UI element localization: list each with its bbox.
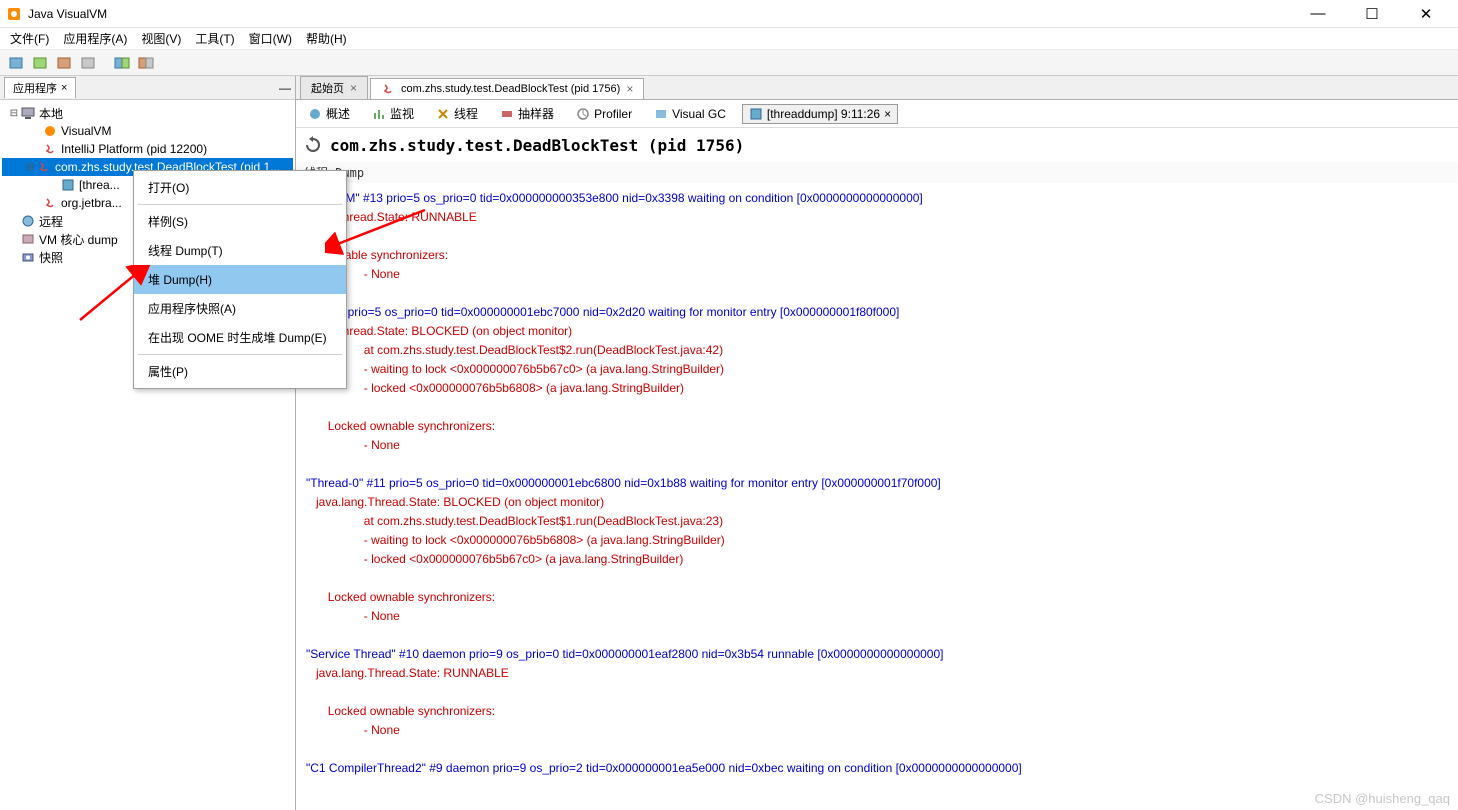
sampler-icon [500, 107, 514, 121]
close-icon[interactable]: × [884, 107, 891, 121]
snapshot-icon [20, 249, 36, 265]
subtab-profiler[interactable]: Profiler [570, 105, 638, 123]
profiler-icon [576, 107, 590, 121]
menu-properties[interactable]: 属性(P) [134, 357, 346, 386]
minimize-button[interactable]: — [1300, 5, 1336, 23]
menu-open[interactable]: 打开(O) [134, 173, 346, 202]
subtab-threads[interactable]: 线程 [430, 103, 484, 124]
close-icon[interactable]: × [350, 81, 357, 95]
app-icon [6, 6, 22, 22]
monitor-icon [372, 107, 386, 121]
java-icon [42, 195, 58, 211]
section-label: 线程 Dump [296, 162, 1458, 183]
menu-sample[interactable]: 样例(S) [134, 207, 346, 236]
annotation-arrow [75, 265, 155, 325]
subtab-sampler[interactable]: 抽样器 [494, 103, 560, 124]
toolbar-btn-4[interactable] [78, 53, 98, 73]
dump-icon [60, 177, 76, 193]
minimize-panel-icon[interactable]: — [279, 81, 291, 95]
menu-oome-dump[interactable]: 在出现 OOME 时生成堆 Dump(E) [134, 323, 346, 352]
reload-icon[interactable] [304, 136, 322, 154]
toolbar [0, 50, 1458, 76]
close-icon[interactable]: × [61, 82, 67, 94]
menu-tools[interactable]: 工具(T) [189, 28, 240, 49]
menu-view[interactable]: 视图(V) [135, 28, 187, 49]
subtab-visualgc[interactable]: Visual GC [648, 105, 732, 123]
maximize-button[interactable]: ☐ [1354, 5, 1390, 23]
toolbar-btn-2[interactable] [30, 53, 50, 73]
toolbar-btn-6[interactable] [136, 53, 156, 73]
subtabs: 概述 监视 线程 抽样器 Profiler Visual GC [threadd… [296, 100, 1458, 128]
visualvm-icon [42, 123, 58, 139]
menu-thread-dump[interactable]: 线程 Dump(T) [134, 236, 346, 265]
watermark: CSDN @huisheng_qaq [1315, 791, 1450, 806]
tree-node-intellij[interactable]: IntelliJ Platform (pid 12200) [2, 140, 293, 158]
computer-icon [20, 105, 36, 121]
menubar: 文件(F) 应用程序(A) 视图(V) 工具(T) 窗口(W) 帮助(H) [0, 28, 1458, 50]
content-tabs: 起始页 × com.zhs.study.test.DeadBlockTest (… [296, 76, 1458, 100]
subtab-threaddump[interactable]: [threaddump] 9:11:26× [742, 104, 898, 124]
java-icon [42, 141, 58, 157]
menu-separator [138, 204, 342, 205]
content-area: 起始页 × com.zhs.study.test.DeadBlockTest (… [296, 76, 1458, 810]
expander-icon[interactable]: ⊟ [24, 162, 36, 173]
overview-icon [308, 107, 322, 121]
threads-icon [436, 107, 450, 121]
tab-deadblock[interactable]: com.zhs.study.test.DeadBlockTest (pid 17… [370, 78, 644, 99]
menu-file[interactable]: 文件(F) [4, 28, 55, 49]
menu-window[interactable]: 窗口(W) [243, 28, 298, 49]
toolbar-btn-1[interactable] [6, 53, 26, 73]
menu-help[interactable]: 帮助(H) [300, 28, 353, 49]
menu-app[interactable]: 应用程序(A) [57, 28, 133, 49]
toolbar-btn-3[interactable] [54, 53, 74, 73]
menu-heap-dump[interactable]: 堆 Dump(H) [134, 265, 346, 294]
menu-separator [138, 354, 342, 355]
subtab-overview[interactable]: 概述 [302, 103, 356, 124]
java-icon [381, 82, 395, 96]
window-title: Java VisualVM [28, 7, 1300, 21]
tree-node-visualvm[interactable]: VisualVM [2, 122, 293, 140]
tab-startpage[interactable]: 起始页 × [300, 76, 368, 99]
coredump-icon [20, 231, 36, 247]
expander-icon[interactable]: ⊟ [8, 108, 20, 119]
close-button[interactable]: ✕ [1408, 5, 1444, 23]
tree-node-local[interactable]: ⊟ 本地 [2, 104, 293, 122]
context-menu: 打开(O) 样例(S) 线程 Dump(T) 堆 Dump(H) 应用程序快照(… [133, 170, 347, 389]
sidebar-tabs: 应用程序 × — [0, 76, 295, 100]
remote-icon [20, 213, 36, 229]
heading-text: com.zhs.study.test.DeadBlockTest (pid 17… [330, 136, 744, 155]
close-icon[interactable]: × [626, 82, 633, 96]
annotation-arrow [325, 200, 435, 260]
menu-app-snapshot[interactable]: 应用程序快照(A) [134, 294, 346, 323]
subtab-monitor[interactable]: 监视 [366, 103, 420, 124]
threaddump-icon [749, 107, 763, 121]
java-icon [36, 159, 52, 175]
heading: com.zhs.study.test.DeadBlockTest (pid 17… [296, 128, 1458, 162]
visualgc-icon [654, 107, 668, 121]
titlebar: Java VisualVM — ☐ ✕ [0, 0, 1458, 28]
sidebar-tab-applications[interactable]: 应用程序 × [4, 77, 76, 98]
toolbar-btn-5[interactable] [112, 53, 132, 73]
window-controls: — ☐ ✕ [1300, 5, 1444, 23]
thread-dump-text[interactable]: yJavaVM" #13 prio=5 os_prio=0 tid=0x0000… [296, 183, 1458, 810]
